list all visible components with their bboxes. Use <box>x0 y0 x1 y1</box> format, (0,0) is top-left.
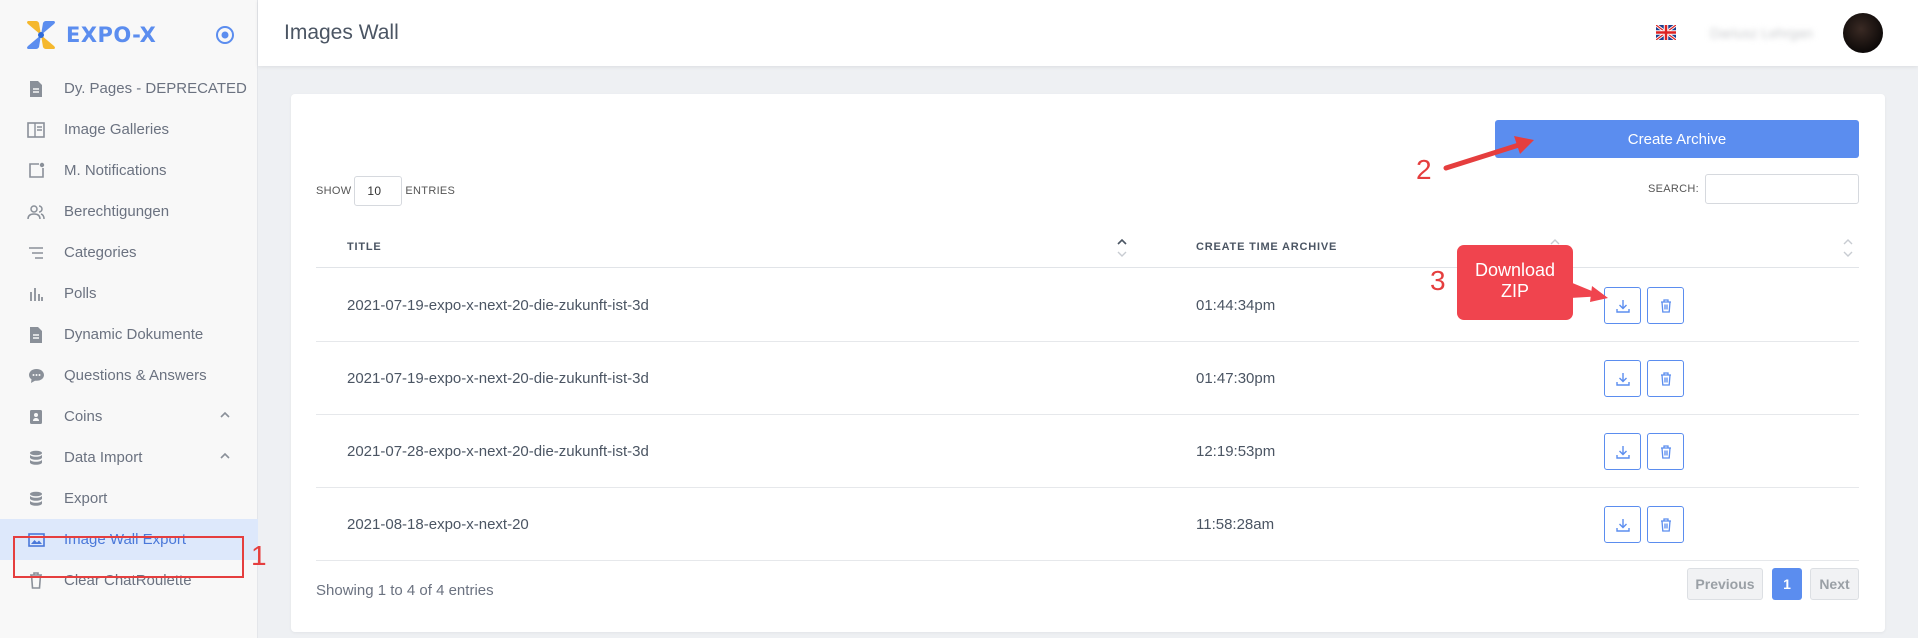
sidebar-item-image-galleries[interactable]: Image Galleries <box>0 109 258 150</box>
annotation-step-1: 1 <box>251 540 267 571</box>
sort-icon[interactable] <box>1117 236 1127 260</box>
sidebar-toggle-icon[interactable] <box>214 24 236 46</box>
user-name-blurred[interactable]: Dariusz Lehrgan <box>1710 25 1813 41</box>
avatar[interactable] <box>1843 13 1883 53</box>
entries-select[interactable]: 10 <box>354 176 403 206</box>
download-zip-button[interactable] <box>1604 506 1641 543</box>
trash-icon <box>1660 371 1671 386</box>
search-input[interactable] <box>1705 174 1859 204</box>
annotation-arrow-icon <box>1443 136 1534 171</box>
annotation-step-3: 3 <box>1430 265 1446 296</box>
brand-name: EXPO-X <box>66 23 157 47</box>
document-icon <box>27 80 45 98</box>
table-info: Showing 1 to 4 of 4 entries <box>316 582 494 599</box>
bar-chart-icon <box>27 285 45 303</box>
row-time: 01:47:30pm <box>1196 370 1276 387</box>
sidebar-item-label: Berechtigungen <box>64 203 170 220</box>
create-archive-button[interactable]: Create Archive <box>1495 120 1859 158</box>
search-label: SEARCH: <box>1648 183 1699 195</box>
row-title: 2021-07-28-expo-x-next-20-die-zukunft-is… <box>347 443 649 460</box>
download-zip-callout: Download ZIP <box>1457 245 1573 320</box>
sidebar-item-label: Data Import <box>64 449 143 466</box>
entries-label: ENTRIES <box>405 185 456 197</box>
entries-length-control: SHOW 10 ENTRIES <box>316 176 455 206</box>
callout-pointer-icon <box>1570 282 1608 302</box>
download-icon <box>1615 518 1630 532</box>
sort-icon[interactable] <box>1843 236 1853 260</box>
row-title: 2021-07-19-expo-x-next-20-die-zukunft-is… <box>347 370 649 387</box>
images-wall-card: Create Archive SHOW 10 ENTRIES SEARCH: T… <box>291 94 1885 632</box>
row-title: 2021-08-18-expo-x-next-20 <box>347 516 529 533</box>
uk-flag-icon[interactable] <box>1656 25 1676 40</box>
trash-icon <box>1660 298 1671 313</box>
sidebar-item-categories[interactable]: Categories <box>0 232 258 273</box>
trash-icon <box>1660 444 1671 459</box>
sidebar-item-label: M. Notifications <box>64 162 167 179</box>
sidebar-item-label: Dynamic Dokumente <box>64 326 204 343</box>
sidebar-item-export[interactable]: Export <box>0 478 258 519</box>
page-title: Images Wall <box>284 21 399 44</box>
column-header-create-time[interactable]: CREATE TIME ARCHIVE <box>1196 241 1337 253</box>
delete-button[interactable] <box>1647 506 1684 543</box>
annotation-highlight-box <box>13 536 244 578</box>
database-icon <box>27 490 45 508</box>
download-icon <box>1615 372 1630 386</box>
top-bar: Images Wall Dariusz Lehrgan <box>258 0 1918 66</box>
table-row: 2021-07-19-expo-x-next-20-die-zukunft-is… <box>316 342 1859 415</box>
trash-icon <box>1660 517 1671 532</box>
column-header-title[interactable]: TITLE <box>347 241 382 253</box>
row-time: 11:58:28am <box>1196 516 1275 533</box>
list-icon <box>27 244 45 262</box>
sidebar-item-berechtigungen[interactable]: Berechtigungen <box>0 191 258 232</box>
row-time: 12:19:53pm <box>1196 443 1276 460</box>
table-row: 2021-07-28-expo-x-next-20-die-zukunft-is… <box>316 415 1859 488</box>
sidebar-nav: Dy. Pages - DEPRECATED Image Galleries M… <box>0 80 258 601</box>
download-zip-button[interactable] <box>1604 433 1641 470</box>
database-icon <box>27 449 45 467</box>
table-header: TITLE CREATE TIME ARCHIVE <box>316 226 1859 268</box>
show-label: SHOW <box>316 185 352 197</box>
sidebar-item-questions-answers[interactable]: Questions & Answers <box>0 355 258 396</box>
callout-line-1: Download <box>1474 260 1556 280</box>
chevron-up-icon[interactable] <box>220 411 230 418</box>
download-icon <box>1615 299 1630 313</box>
coin-icon <box>27 408 45 426</box>
gallery-icon <box>27 121 45 139</box>
sidebar-item-label: Dy. Pages - DEPRECATED <box>64 80 247 97</box>
sidebar-item-label: Image Galleries <box>64 121 170 138</box>
sidebar-item-notifications[interactable]: M. Notifications <box>0 150 258 191</box>
sidebar-item-label: Questions & Answers <box>64 367 207 384</box>
pagination-next-button[interactable]: Next <box>1810 568 1859 600</box>
table-row: 2021-08-18-expo-x-next-20 11:58:28am <box>316 488 1859 561</box>
chat-icon <box>27 367 45 385</box>
document-icon <box>27 326 45 344</box>
brand[interactable]: EXPO-X <box>24 18 156 52</box>
pagination-previous-button[interactable]: Previous <box>1687 568 1763 600</box>
users-icon <box>27 203 45 221</box>
delete-button[interactable] <box>1647 287 1684 324</box>
annotation-step-2: 2 <box>1416 154 1432 185</box>
sidebar-item-label: Export <box>64 490 108 507</box>
sidebar: EXPO-X Dy. Pages - DEPRECATED Image Gall… <box>0 0 258 638</box>
chevron-up-icon[interactable] <box>220 452 230 459</box>
row-time: 01:44:34pm <box>1196 297 1276 314</box>
table-row: 2021-07-19-expo-x-next-20-die-zukunft-is… <box>316 269 1859 342</box>
sidebar-item-data-import[interactable]: Data Import <box>0 437 258 478</box>
delete-button[interactable] <box>1647 433 1684 470</box>
sidebar-item-label: Coins <box>64 408 103 425</box>
notification-icon <box>27 162 45 180</box>
callout-line-2: ZIP <box>1500 281 1529 301</box>
sidebar-item-label: Polls <box>64 285 97 302</box>
download-icon <box>1615 445 1630 459</box>
sidebar-item-polls[interactable]: Polls <box>0 273 258 314</box>
brand-logo-icon <box>27 21 55 49</box>
sidebar-item-coins[interactable]: Coins <box>0 396 258 437</box>
row-title: 2021-07-19-expo-x-next-20-die-zukunft-is… <box>347 297 649 314</box>
delete-button[interactable] <box>1647 360 1684 397</box>
pagination-page-button[interactable]: 1 <box>1772 568 1802 600</box>
sidebar-item-dy-pages[interactable]: Dy. Pages - DEPRECATED <box>0 68 258 109</box>
download-zip-button[interactable] <box>1604 360 1641 397</box>
sidebar-item-label: Categories <box>64 244 137 261</box>
sidebar-item-dynamic-dokumente[interactable]: Dynamic Dokumente <box>0 314 258 355</box>
